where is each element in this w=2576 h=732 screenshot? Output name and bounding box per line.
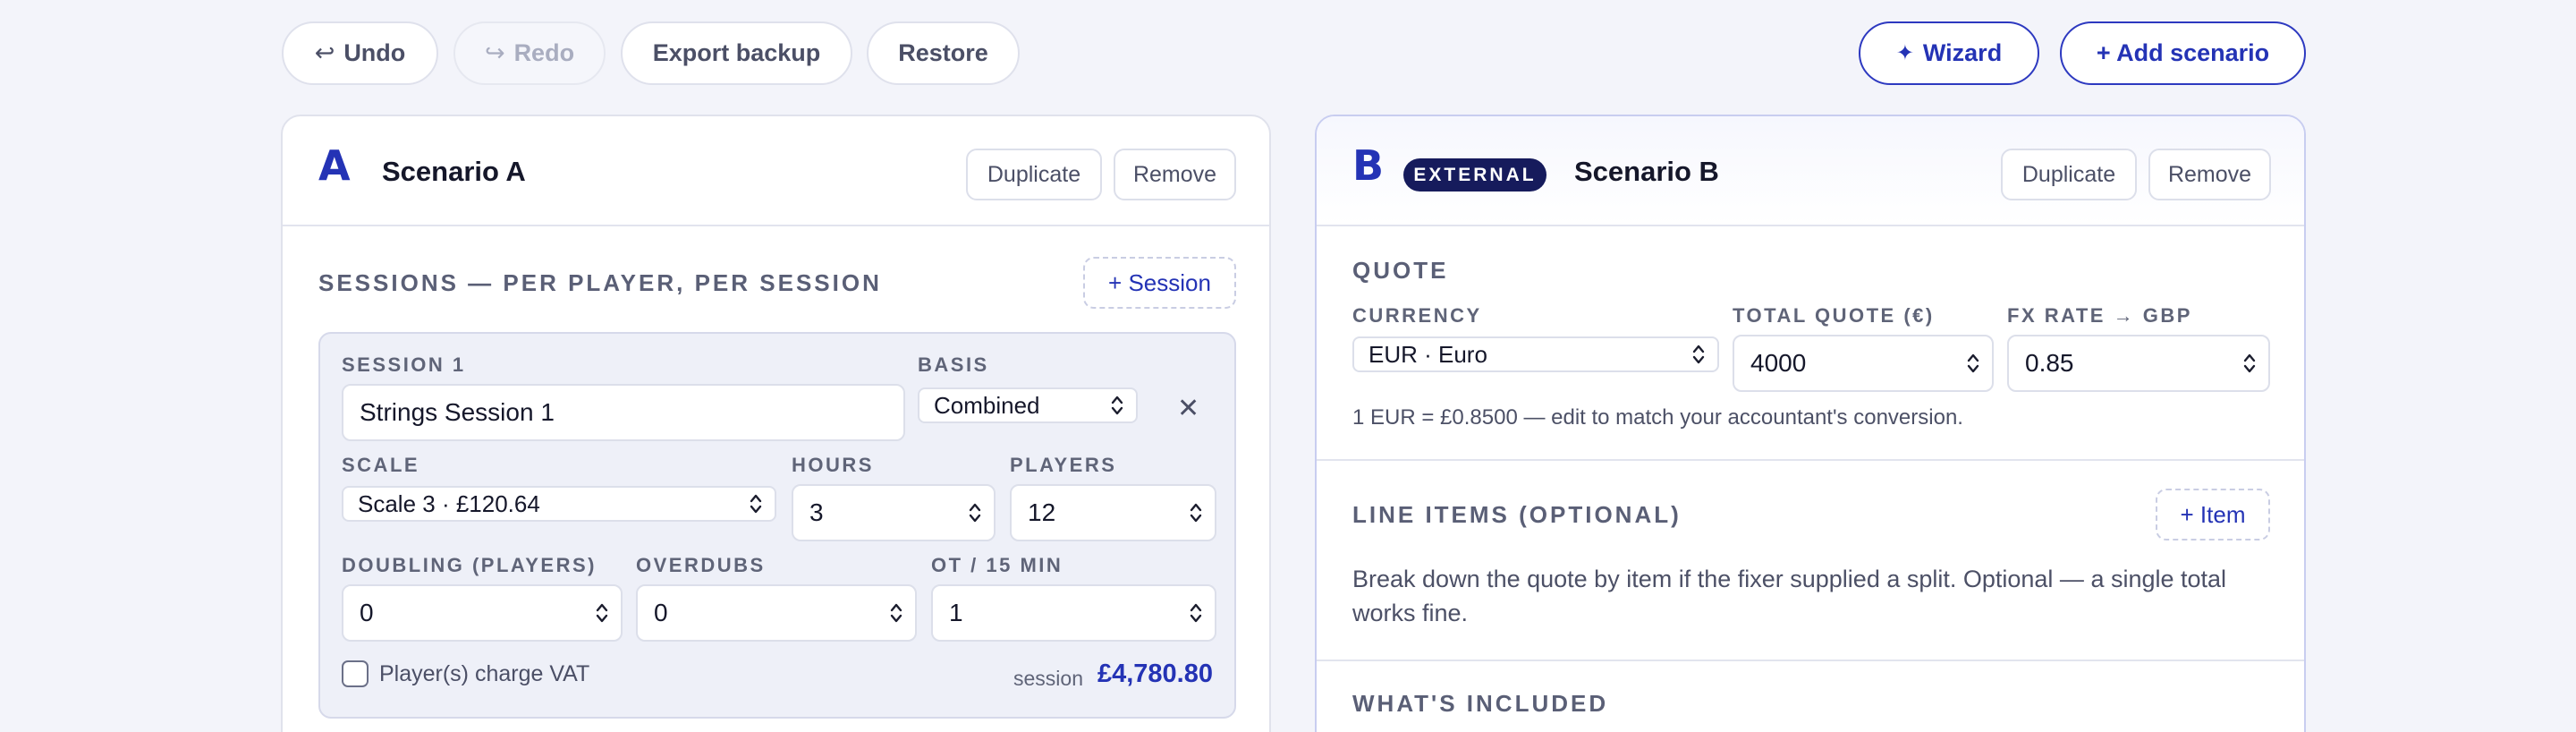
hours-input[interactable]: 3 bbox=[792, 484, 996, 541]
stepper-icon[interactable] bbox=[890, 601, 902, 625]
sessions-section-label: SESSIONS — PER PLAYER, PER SESSION bbox=[318, 269, 882, 296]
stepper-icon[interactable] bbox=[969, 501, 981, 524]
hours-value: 3 bbox=[809, 498, 824, 526]
redo-label: Redo bbox=[513, 39, 575, 66]
total-quote-value: 4000 bbox=[1750, 349, 1807, 377]
stepper-icon[interactable] bbox=[596, 601, 608, 625]
scenario-b-panel: B EXTERNAL Scenario B Duplicate Remove Q… bbox=[1315, 115, 2306, 732]
undo-icon: ↩ bbox=[314, 39, 335, 66]
redo-icon: ↪ bbox=[484, 39, 505, 66]
doubling-label: DOUBLING (PLAYERS) bbox=[342, 554, 597, 576]
export-backup-button[interactable]: Export backup bbox=[621, 21, 852, 85]
stepper-icon[interactable] bbox=[1190, 501, 1202, 524]
overdubs-value: 0 bbox=[654, 599, 668, 626]
basis-label: BASIS bbox=[918, 353, 989, 376]
session-card: SESSION 1 Strings Session 1 BASIS Combin… bbox=[318, 332, 1236, 719]
whats-included-section-label: WHAT'S INCLUDED bbox=[1352, 690, 1609, 717]
scale-value: Scale 3 · £120.64 bbox=[358, 489, 540, 517]
remove-session-icon[interactable]: ✕ bbox=[1177, 393, 1199, 424]
scenario-b-duplicate-button[interactable]: Duplicate bbox=[2001, 149, 2137, 200]
currency-value: EUR · Euro bbox=[1368, 340, 1487, 368]
scenario-a-remove-button[interactable]: Remove bbox=[1114, 149, 1236, 200]
fx-rate-input[interactable]: 0.85 bbox=[2007, 335, 2270, 392]
ot-label: OT / 15 MIN bbox=[931, 554, 1063, 576]
total-quote-label: TOTAL QUOTE (€) bbox=[1733, 304, 1935, 327]
players-label: PLAYERS bbox=[1010, 454, 1117, 476]
basis-value: Combined bbox=[934, 391, 1040, 419]
scenario-a-letter: A bbox=[318, 141, 351, 190]
doubling-value: 0 bbox=[360, 599, 374, 626]
stepper-icon[interactable] bbox=[2243, 352, 2256, 375]
scenario-a-header: A Scenario A Duplicate Remove bbox=[283, 116, 1269, 226]
add-session-button[interactable]: + Session bbox=[1083, 257, 1236, 309]
scenario-b-header: B EXTERNAL Scenario B Duplicate Remove bbox=[1317, 116, 2304, 226]
external-badge: EXTERNAL bbox=[1403, 158, 1546, 192]
restore-button[interactable]: Restore bbox=[867, 21, 1020, 85]
scenario-b-remove-button[interactable]: Remove bbox=[2148, 149, 2271, 200]
divider bbox=[1317, 459, 2304, 461]
fx-rate-value: 0.85 bbox=[2025, 349, 2074, 377]
divider bbox=[1317, 660, 2304, 661]
total-quote-input[interactable]: 4000 bbox=[1733, 335, 1994, 392]
wizard-label: Wizard bbox=[1922, 39, 2003, 66]
scale-select[interactable]: Scale 3 · £120.64 bbox=[342, 486, 776, 522]
chevron-updown-icon bbox=[1692, 345, 1705, 364]
session-total-value: £4,780.80 bbox=[1097, 660, 1213, 688]
hours-label: HOURS bbox=[792, 454, 874, 476]
players-input[interactable]: 12 bbox=[1010, 484, 1216, 541]
session-total-label: session bbox=[1013, 667, 1083, 690]
currency-label: CURRENCY bbox=[1352, 304, 1482, 327]
stepper-icon[interactable] bbox=[1967, 352, 1979, 375]
doubling-input[interactable]: 0 bbox=[342, 584, 623, 642]
overdubs-input[interactable]: 0 bbox=[636, 584, 917, 642]
scenario-a-panel: A Scenario A Duplicate Remove SESSIONS —… bbox=[281, 115, 1271, 732]
ot-value: 1 bbox=[949, 599, 963, 626]
wizard-button[interactable]: ✦ Wizard bbox=[1859, 21, 2039, 85]
scenario-b-title[interactable]: Scenario B bbox=[1574, 156, 1719, 188]
vat-checkbox[interactable] bbox=[342, 660, 369, 687]
fx-note: 1 EUR = £0.8500 — edit to match your acc… bbox=[1352, 405, 1963, 430]
session-name-input[interactable]: Strings Session 1 bbox=[342, 384, 905, 441]
vat-label: Player(s) charge VAT bbox=[379, 661, 590, 686]
undo-label: Undo bbox=[343, 39, 406, 66]
line-items-section-label: LINE ITEMS (OPTIONAL) bbox=[1352, 501, 1682, 528]
scenario-a-duplicate-button[interactable]: Duplicate bbox=[966, 149, 1102, 200]
chevron-updown-icon bbox=[1111, 396, 1123, 415]
currency-select[interactable]: EUR · Euro bbox=[1352, 336, 1719, 372]
scenario-b-letter: B bbox=[1352, 141, 1385, 190]
fx-rate-label: FX RATE → GBP bbox=[2007, 304, 2192, 327]
basis-select[interactable]: Combined bbox=[918, 387, 1138, 423]
quote-section-label: QUOTE bbox=[1352, 257, 1449, 284]
scenario-a-title[interactable]: Scenario A bbox=[382, 156, 526, 188]
add-scenario-button[interactable]: + Add scenario bbox=[2060, 21, 2306, 85]
line-items-note: Break down the quote by item if the fixe… bbox=[1352, 566, 2227, 626]
overdubs-label: OVERDUBS bbox=[636, 554, 766, 576]
redo-button[interactable]: ↪ Redo bbox=[453, 21, 606, 85]
players-value: 12 bbox=[1028, 498, 1056, 526]
stepper-icon[interactable] bbox=[1190, 601, 1202, 625]
undo-button[interactable]: ↩ Undo bbox=[282, 21, 438, 85]
ot-input[interactable]: 1 bbox=[931, 584, 1216, 642]
add-item-button[interactable]: + Item bbox=[2156, 489, 2270, 540]
scale-label: SCALE bbox=[342, 454, 420, 476]
sparkle-icon: ✦ bbox=[1895, 41, 1914, 65]
session-name-label: SESSION 1 bbox=[342, 353, 466, 376]
chevron-updown-icon bbox=[750, 494, 762, 514]
